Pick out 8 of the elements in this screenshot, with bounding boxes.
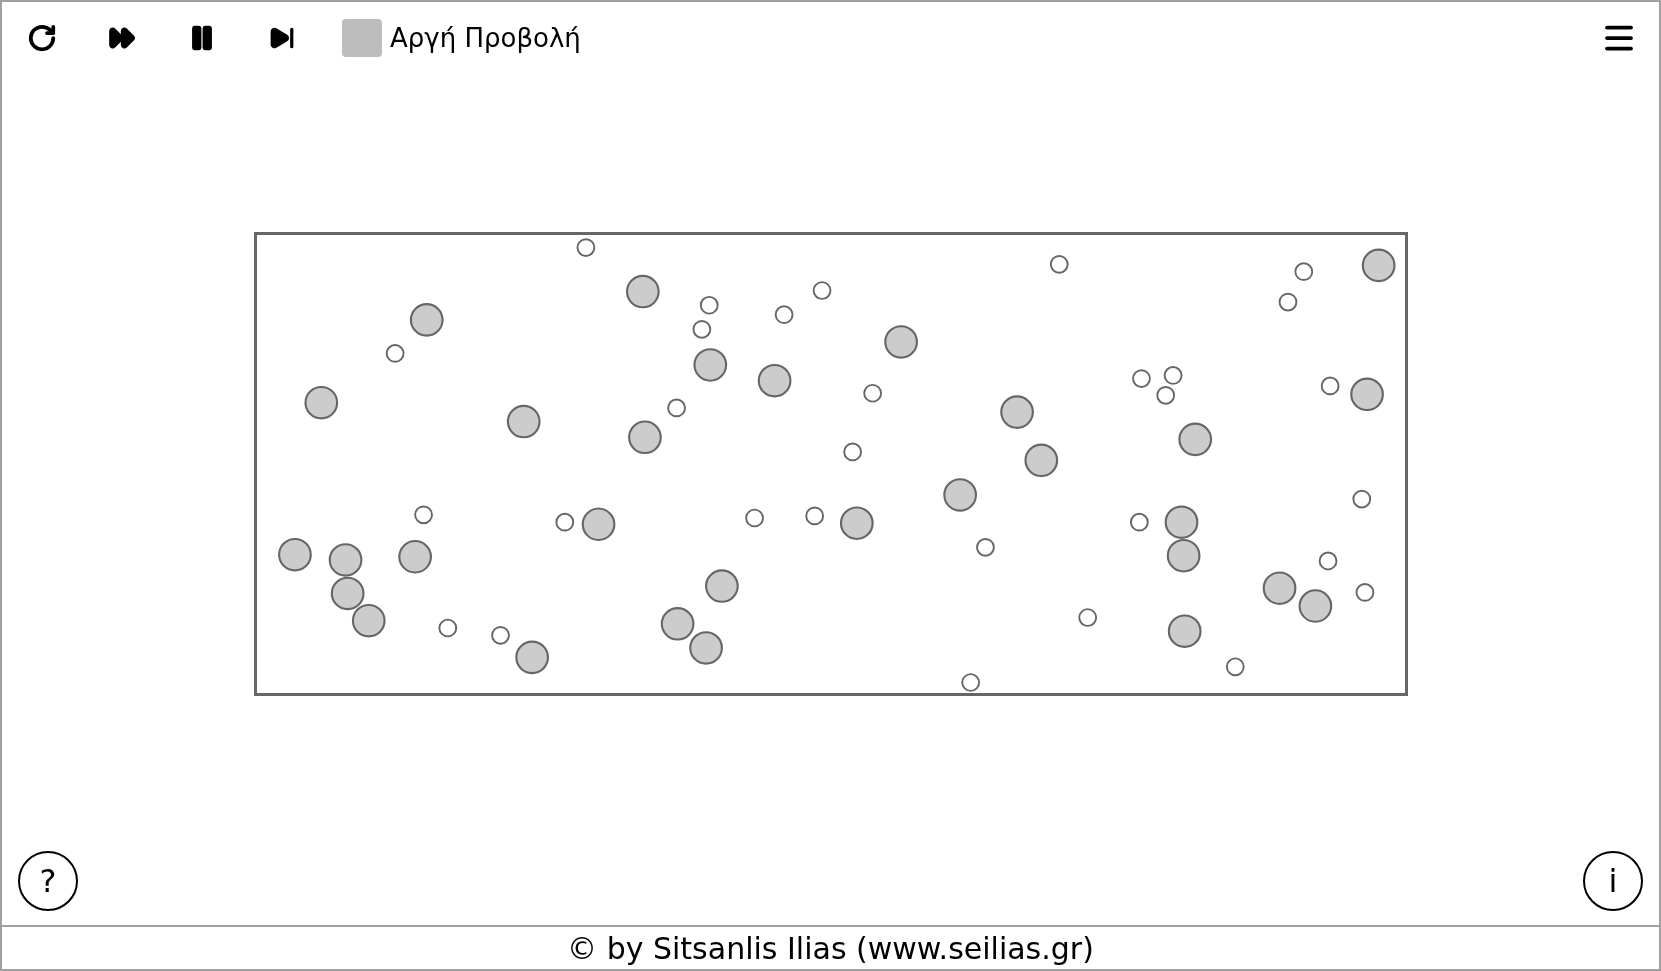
restart-icon [27,23,57,53]
info-button[interactable]: i [1583,851,1643,911]
help-button[interactable]: ? [18,851,78,911]
step-icon [269,25,295,51]
fast-forward-icon [108,24,136,52]
slow-motion-checkbox[interactable] [342,19,382,57]
copyright-text: © by Sitsanlis Ilias (www.seilias.gr) [567,929,1094,968]
slow-motion-label: Αργή Προβολή [390,21,581,55]
